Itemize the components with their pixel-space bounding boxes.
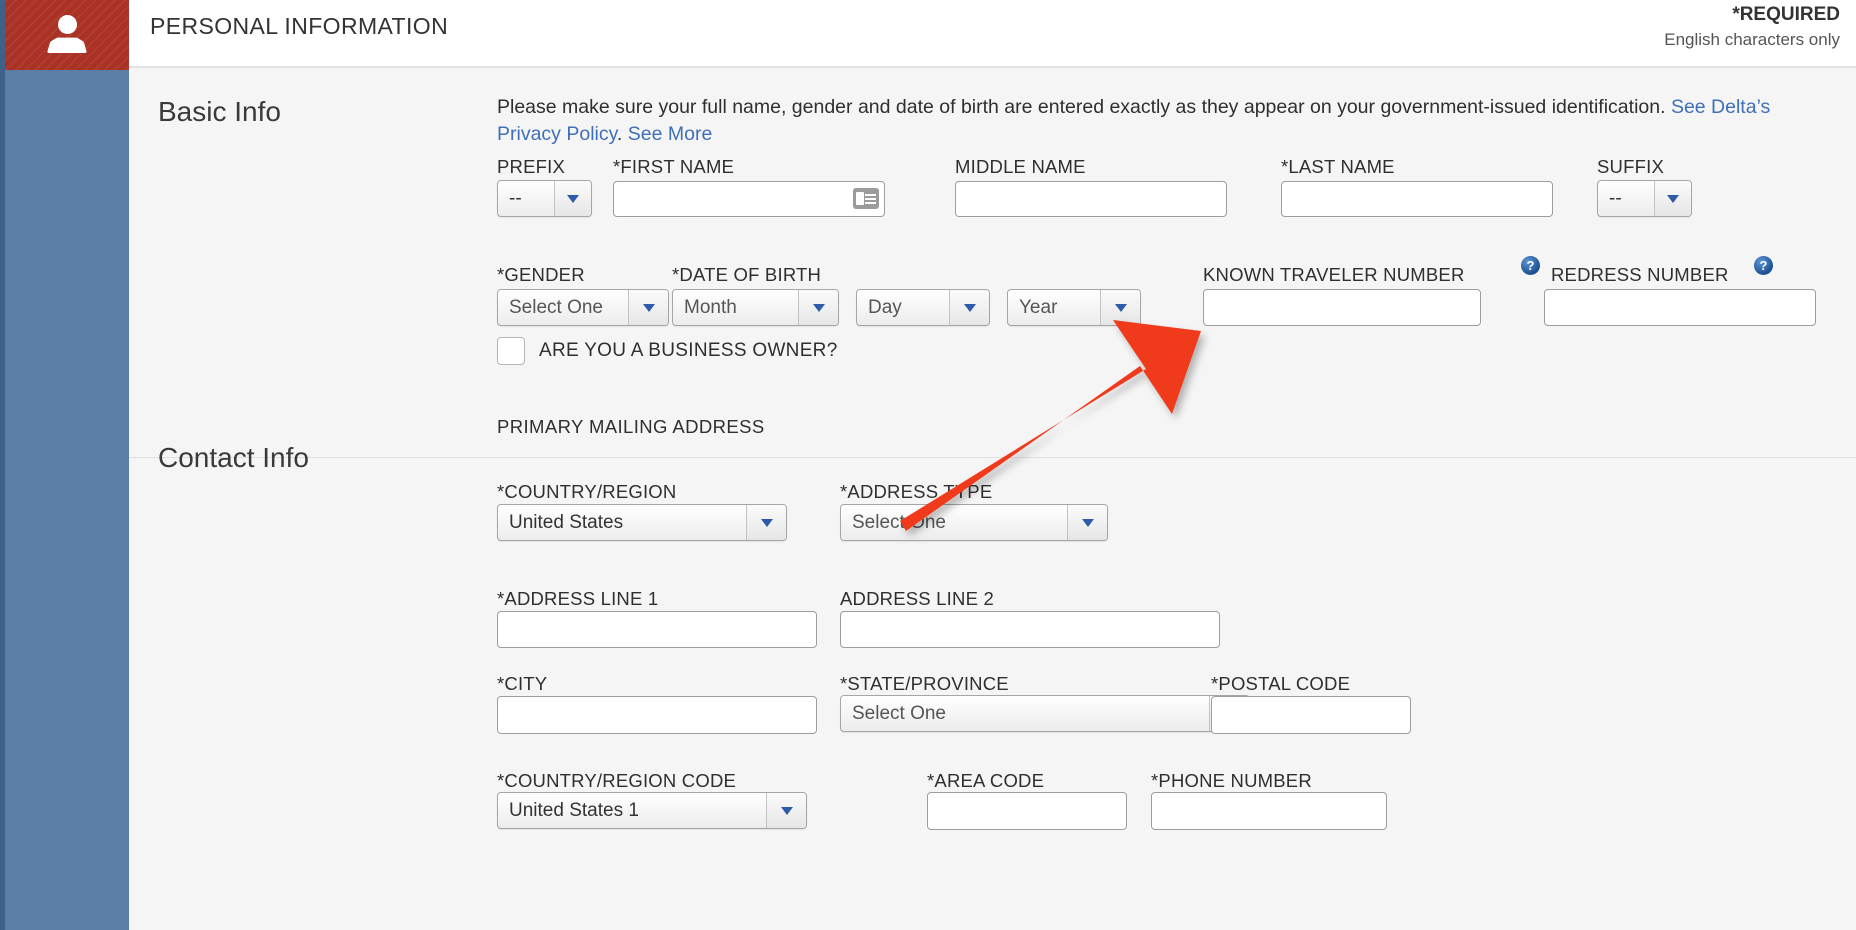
gender-select[interactable]: Select One <box>497 289 669 326</box>
primary-mailing-address-heading: PRIMARY MAILING ADDRESS <box>497 416 765 437</box>
last-name-input[interactable] <box>1281 181 1553 217</box>
intro-text-1: Please make sure your full name, gender … <box>497 96 1671 118</box>
rail-avatar-tile[interactable] <box>5 0 129 70</box>
english-only-note: English characters only <box>1664 30 1840 49</box>
address-type-value: Select One <box>852 511 946 533</box>
redress-help-icon[interactable]: ? <box>1754 256 1773 275</box>
prefix-label: PREFIX <box>497 156 566 177</box>
app-root: PERSONAL INFORMATION *REQUIRED English c… <box>0 0 1856 930</box>
required-note-block: *REQUIRED English characters only <box>1664 2 1840 51</box>
area-code-input[interactable] <box>927 792 1127 830</box>
dob-year-select[interactable]: Year <box>1007 289 1141 326</box>
city-input[interactable] <box>497 696 817 734</box>
country-region-label: *COUNTRY/REGION <box>497 481 677 502</box>
phone-number-input[interactable] <box>1151 792 1387 830</box>
state-province-label: *STATE/PROVINCE <box>840 673 1009 694</box>
gender-select-value: Select One <box>509 296 603 318</box>
chevron-down-icon <box>949 290 989 325</box>
left-rail <box>0 0 129 930</box>
business-owner-checkbox[interactable] <box>497 337 525 365</box>
known-traveler-help-icon[interactable]: ? <box>1521 256 1540 275</box>
address-type-label: *ADDRESS TYPE <box>840 481 993 502</box>
suffix-label: SUFFIX <box>1597 156 1664 177</box>
chevron-down-icon <box>798 290 838 325</box>
postal-code-label: *POSTAL CODE <box>1211 673 1351 694</box>
address-line-2-input[interactable] <box>840 611 1220 648</box>
address-line-1-input[interactable] <box>497 611 817 648</box>
date-of-birth-label: *DATE OF BIRTH <box>672 264 822 285</box>
redress-number-input[interactable] <box>1544 289 1816 326</box>
contact-card-icon[interactable] <box>853 188 879 209</box>
last-name-label: *LAST NAME <box>1281 156 1395 177</box>
see-more-link[interactable]: See More <box>628 123 713 145</box>
prefix-select-value: -- <box>509 187 522 209</box>
middle-name-input[interactable] <box>955 181 1227 217</box>
dob-day-value: Day <box>868 296 902 318</box>
person-icon <box>45 15 89 55</box>
dob-year-value: Year <box>1019 296 1058 318</box>
chevron-down-icon <box>1654 181 1691 216</box>
gender-label: *GENDER <box>497 264 585 285</box>
basic-info-title: Basic Info <box>158 96 281 127</box>
suffix-select[interactable]: -- <box>1597 180 1692 217</box>
city-label: *CITY <box>497 673 548 694</box>
known-traveler-number-input[interactable] <box>1203 289 1481 326</box>
page-header: PERSONAL INFORMATION *REQUIRED English c… <box>129 0 1856 66</box>
suffix-select-value: -- <box>1609 187 1622 209</box>
country-region-code-label: *COUNTRY/REGION CODE <box>497 770 737 791</box>
chevron-down-icon <box>554 181 591 216</box>
state-province-value: Select One <box>852 702 946 724</box>
chevron-down-icon <box>628 290 668 325</box>
chevron-down-icon <box>766 793 806 828</box>
chevron-down-icon <box>746 505 786 540</box>
rail-edge <box>0 0 5 930</box>
address-line-2-label: ADDRESS LINE 2 <box>840 588 994 609</box>
intro-text-2: . <box>616 123 628 145</box>
first-name-input[interactable] <box>613 181 885 217</box>
country-region-value: United States <box>509 511 624 533</box>
chevron-down-icon <box>1067 505 1107 540</box>
country-region-code-value: United States 1 <box>509 799 639 821</box>
redress-number-label: REDRESS NUMBER <box>1551 264 1729 285</box>
country-region-select[interactable]: United States <box>497 504 787 541</box>
middle-name-label: MIDDLE NAME <box>955 156 1086 177</box>
business-owner-label: ARE YOU A BUSINESS OWNER? <box>539 340 838 361</box>
country-region-code-select[interactable]: United States 1 <box>497 792 807 829</box>
dob-month-value: Month <box>684 296 737 318</box>
required-note: *REQUIRED <box>1732 4 1840 25</box>
known-traveler-number-label: KNOWN TRAVELER NUMBER <box>1203 264 1465 285</box>
basic-info-intro: Please make sure your full name, gender … <box>497 94 1817 148</box>
chevron-down-icon <box>1100 290 1140 325</box>
phone-number-label: *PHONE NUMBER <box>1151 770 1312 791</box>
area-code-label: *AREA CODE <box>927 770 1045 791</box>
state-province-select[interactable]: Select One <box>840 695 1250 732</box>
section-divider <box>129 457 1856 458</box>
dob-day-select[interactable]: Day <box>856 289 990 326</box>
address-type-select[interactable]: Select One <box>840 504 1108 541</box>
postal-code-input[interactable] <box>1211 696 1411 734</box>
address-line-1-label: *ADDRESS LINE 1 <box>497 588 659 609</box>
contact-info-title: Contact Info <box>158 442 309 473</box>
page-title: PERSONAL INFORMATION <box>150 13 449 39</box>
dob-month-select[interactable]: Month <box>672 289 839 326</box>
first-name-label: *FIRST NAME <box>613 156 735 177</box>
form-panel: Basic Info Please make sure your full na… <box>129 68 1856 930</box>
prefix-select[interactable]: -- <box>497 180 592 217</box>
